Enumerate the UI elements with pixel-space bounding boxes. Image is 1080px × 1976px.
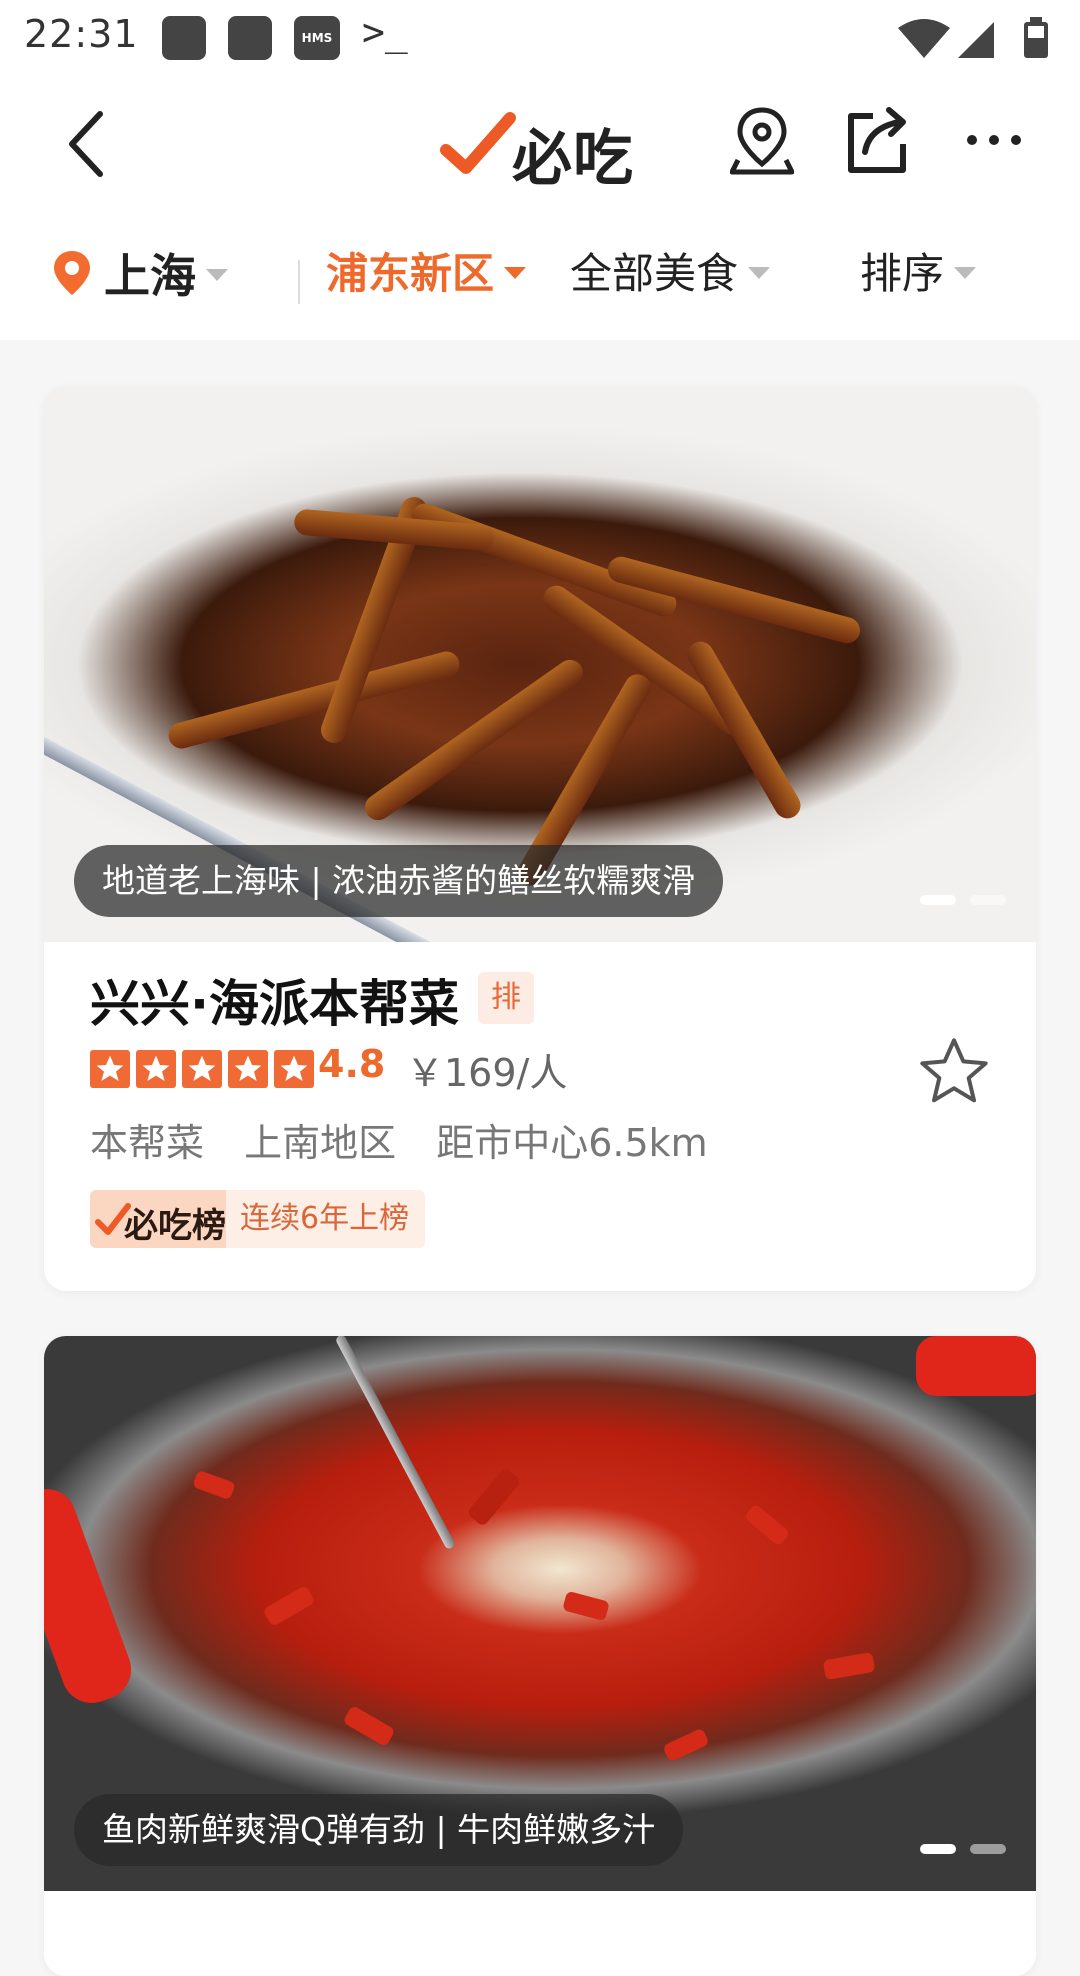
divider: [298, 260, 300, 304]
restaurant-tags: 本帮菜 上南地区 距市中心6.5km: [90, 1112, 736, 1167]
rating-stars: [90, 1050, 320, 1088]
sort-label: 排序: [860, 249, 945, 298]
carousel-dot-active: [920, 1844, 956, 1854]
caret-down-icon: [954, 266, 977, 279]
status-indicators: [896, 14, 1056, 62]
caret-down-icon: [748, 266, 771, 279]
city-label: 上海: [104, 249, 196, 303]
carousel-dots: [920, 1844, 1006, 1854]
star-icon: [228, 1050, 268, 1088]
district-label: 浦东新区: [326, 249, 495, 298]
logo-check-icon: [440, 112, 516, 174]
star-icon: [136, 1050, 176, 1088]
restaurant-photo[interactable]: 地道老上海味 | 浓油赤酱的鳝丝软糯爽滑: [44, 387, 1036, 942]
cuisine-tag: 本帮菜: [90, 1121, 205, 1165]
restaurant-card[interactable]: 地道老上海味 | 浓油赤酱的鳝丝软糯爽滑 兴兴·海派本帮菜 排 4.8 ￥169…: [44, 387, 1036, 1291]
location-pin-icon[interactable]: [729, 104, 795, 176]
battery-icon: [1024, 17, 1048, 58]
restaurant-photo[interactable]: 鱼肉新鲜爽滑Q弹有劲 | 牛肉鲜嫩多汁: [44, 1336, 1036, 1891]
carousel-dot: [970, 1844, 1006, 1854]
district-filter[interactable]: 浦东新区: [326, 240, 527, 301]
terminal-icon: >_: [362, 10, 408, 54]
app-logo: 必吃榜: [440, 106, 640, 281]
city-selector[interactable]: 上海: [52, 240, 228, 306]
carousel-dots: [920, 895, 1006, 905]
caret-down-icon: [206, 269, 228, 281]
rank-badge[interactable]: 排: [478, 972, 534, 1024]
pot-handle: [44, 1480, 140, 1712]
badge-logo: 必吃榜: [90, 1190, 226, 1248]
back-arrow-icon[interactable]: [60, 104, 120, 184]
rating-score: 4.8: [318, 1042, 386, 1086]
hms-icon: HMS: [294, 16, 340, 60]
distance-tag: 距市中心6.5km: [436, 1121, 708, 1165]
badge-text: 连续6年上榜: [226, 1190, 426, 1248]
map-pin-icon: [54, 251, 90, 295]
pot-handle: [916, 1336, 1036, 1396]
photo-caption: 鱼肉新鲜爽滑Q弹有劲 | 牛肉鲜嫩多汁: [74, 1794, 684, 1866]
category-filter[interactable]: 全部美食: [570, 240, 771, 301]
app-icon: [228, 16, 272, 60]
favorite-star-icon[interactable]: [914, 1032, 994, 1112]
carousel-dot: [970, 895, 1006, 905]
badge-logo-text: 必吃榜: [124, 1206, 226, 1246]
sort-filter[interactable]: 排序: [860, 240, 977, 301]
status-time: 22:31: [24, 12, 139, 56]
restaurant-info: 兴兴·海派本帮菜 排 4.8 ￥169/人 本帮菜 上南地区 距市中心6.5km: [44, 942, 1036, 1291]
share-icon[interactable]: [845, 104, 909, 176]
wifi-icon: [898, 19, 950, 58]
category-label: 全部美食: [570, 249, 739, 298]
filter-bar: 上海 浦东新区 全部美食 排序: [0, 210, 1080, 340]
restaurant-card[interactable]: 鱼肉新鲜爽滑Q弹有劲 | 牛肉鲜嫩多汁: [44, 1336, 1036, 1976]
star-icon: [90, 1050, 130, 1088]
price-per-person: ￥169/人: [406, 1051, 568, 1095]
nav-bar: 必吃榜: [0, 76, 1080, 281]
status-bar: 22:31 HMS >_: [0, 0, 1080, 76]
area-tag: 上南地区: [244, 1121, 397, 1165]
restaurant-name: 兴兴·海派本帮菜: [90, 975, 459, 1033]
spoon: [334, 1336, 457, 1551]
signal-icon: [958, 22, 994, 58]
carousel-dot-active: [920, 895, 956, 905]
caret-down-icon: [504, 266, 527, 279]
star-icon: [182, 1050, 222, 1088]
more-icon[interactable]: [964, 120, 1024, 160]
star-icon: [274, 1050, 314, 1088]
app-icon: [162, 16, 206, 60]
photo-caption: 地道老上海味 | 浓油赤酱的鳝丝软糯爽滑: [74, 845, 724, 917]
list-badge[interactable]: 必吃榜 连续6年上榜: [90, 1190, 426, 1248]
